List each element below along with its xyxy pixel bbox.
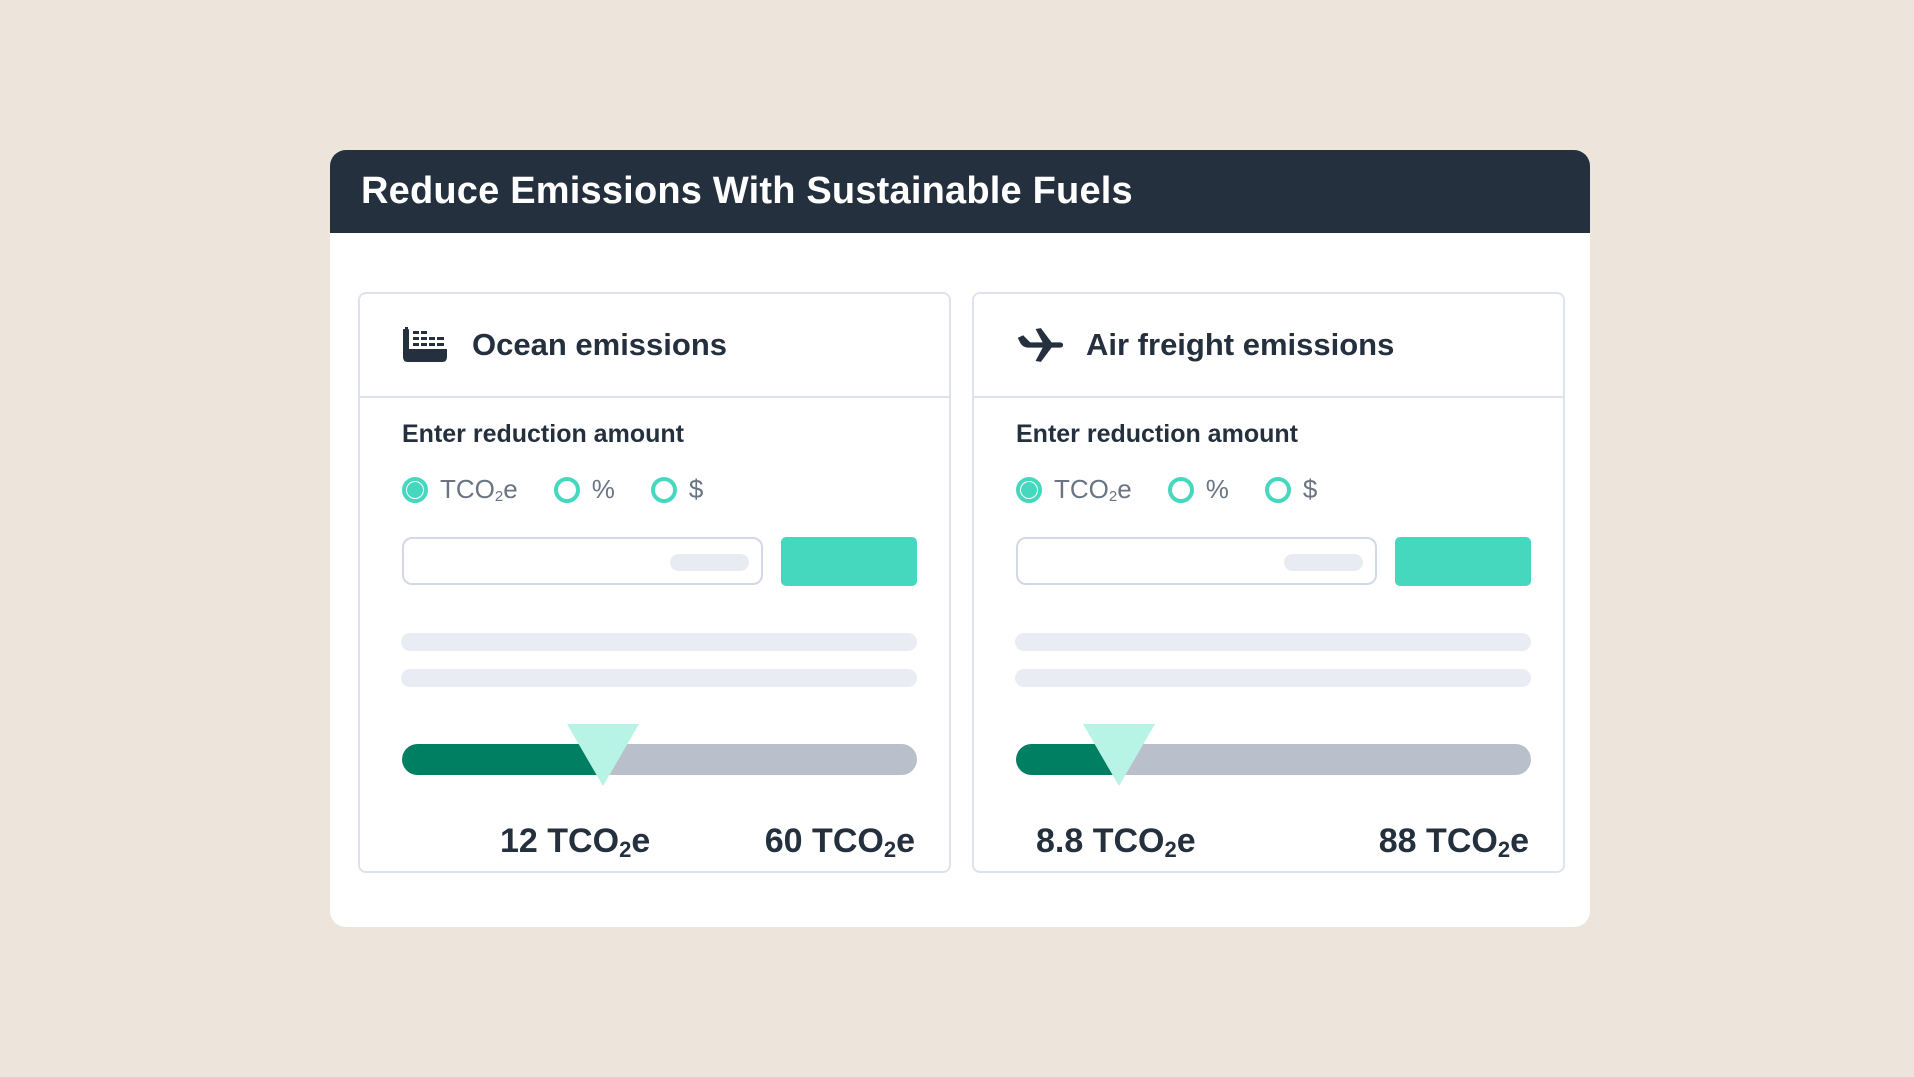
reduction-slider[interactable] — [1016, 724, 1531, 794]
card-header: Reduce Emissions With Sustainable Fuels — [330, 150, 1590, 233]
unit-radio-group: TCO2e % $ — [402, 474, 739, 505]
unit-radio-group: TCO2e % $ — [1016, 474, 1353, 505]
current-value: 8.8 TCO2e — [1036, 822, 1196, 862]
panel-header: Air freight emissions — [974, 294, 1563, 398]
radio-percent[interactable]: % — [553, 474, 615, 505]
radio-label: TCO2e — [1054, 474, 1132, 505]
slider-track[interactable] — [402, 744, 917, 775]
submit-button[interactable] — [1395, 537, 1531, 586]
radio-selected-dot — [407, 481, 423, 498]
panel-header: Ocean emissions — [360, 294, 949, 398]
radio-tco2e[interactable]: TCO2e — [1016, 474, 1132, 505]
ship-icon — [402, 325, 450, 365]
current-value: 12 TCO2e — [500, 822, 651, 862]
max-value: 60 TCO2e — [764, 822, 915, 862]
reduction-label: Enter reduction amount — [1016, 420, 1298, 448]
radio-dollar[interactable]: $ — [650, 474, 704, 505]
radio-label: $ — [688, 474, 704, 504]
submit-button[interactable] — [781, 537, 917, 586]
max-value: 88 TCO2e — [1378, 822, 1529, 862]
radio-dollar[interactable]: $ — [1264, 474, 1318, 505]
radio-circle[interactable] — [553, 476, 580, 503]
card-title: Reduce Emissions With Sustainable Fuels — [361, 170, 1133, 212]
radio-circle[interactable] — [1167, 476, 1194, 503]
input-placeholder-pill — [1284, 554, 1363, 571]
reduction-label: Enter reduction amount — [402, 420, 684, 448]
radio-label: $ — [1302, 474, 1318, 504]
radio-label: TCO2e — [440, 474, 518, 505]
air-freight-emissions-panel: Air freight emissions Enter reduction am… — [972, 292, 1565, 873]
panel-title: Air freight emissions — [1086, 327, 1395, 362]
reduction-amount-input[interactable] — [1016, 537, 1377, 585]
reduction-slider[interactable] — [402, 724, 917, 794]
skeleton-line — [401, 669, 917, 687]
radio-circle[interactable] — [650, 476, 677, 503]
panel-title: Ocean emissions — [472, 327, 728, 362]
radio-tco2e[interactable]: TCO2e — [402, 474, 518, 505]
airplane-icon — [1016, 325, 1064, 365]
radio-circle[interactable] — [1016, 476, 1042, 503]
radio-label: % — [1205, 474, 1229, 504]
skeleton-line — [1015, 633, 1531, 651]
radio-label: % — [591, 474, 615, 504]
radio-percent[interactable]: % — [1167, 474, 1229, 505]
slider-thumb[interactable] — [566, 724, 639, 786]
ocean-emissions-panel: Ocean emissions Enter reduction amount T… — [358, 292, 951, 873]
skeleton-line — [1015, 669, 1531, 687]
emissions-card: Reduce Emissions With Sustainable Fuels — [330, 150, 1590, 927]
skeleton-line — [401, 633, 917, 651]
reduction-amount-input[interactable] — [402, 537, 763, 585]
radio-circle[interactable] — [1264, 476, 1291, 503]
radio-circle[interactable] — [402, 476, 428, 503]
radio-selected-dot — [1021, 481, 1037, 498]
slider-thumb[interactable] — [1083, 724, 1155, 786]
input-placeholder-pill — [670, 554, 749, 571]
